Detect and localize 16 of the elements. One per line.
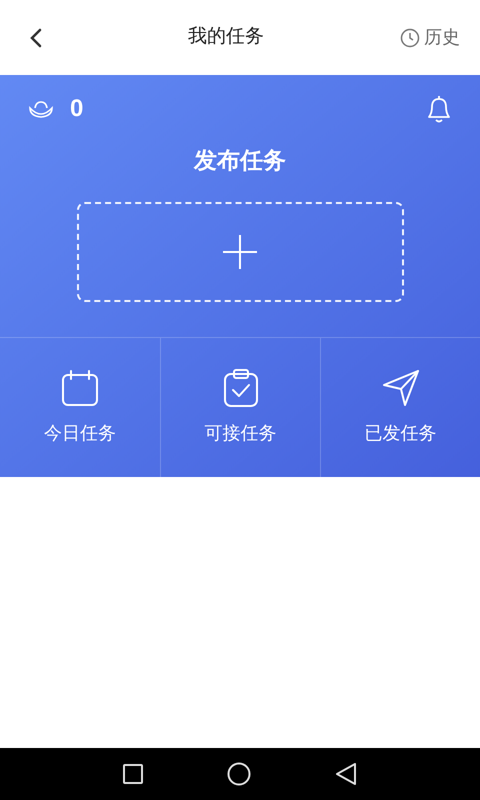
coin-balance: 0 xyxy=(70,94,84,124)
clock-icon xyxy=(400,28,420,48)
task-category-button[interactable]: 今日任务 xyxy=(0,338,160,477)
add-task-button[interactable] xyxy=(76,202,404,302)
send-icon xyxy=(380,368,420,408)
bell-icon[interactable] xyxy=(426,95,452,123)
page-title: 我的任务 xyxy=(188,25,264,50)
publish-title: 发布任务 xyxy=(194,146,286,175)
ingot-icon xyxy=(28,100,54,118)
home-icon[interactable] xyxy=(227,762,251,786)
calendar-icon xyxy=(60,368,100,408)
plus-icon xyxy=(222,234,258,270)
back-chevron-icon xyxy=(29,26,43,48)
recents-icon[interactable] xyxy=(123,764,143,784)
history-button[interactable]: 历史 xyxy=(400,24,460,51)
back-icon[interactable] xyxy=(335,763,357,785)
